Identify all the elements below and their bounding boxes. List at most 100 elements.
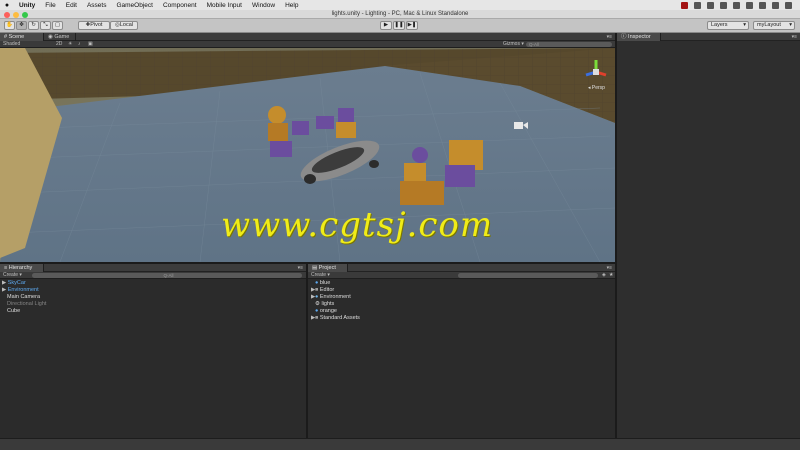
pause-button[interactable]: ❚❚ [393, 21, 405, 30]
tab-inspector-label: Inspector [628, 34, 651, 40]
folder-icon: ■ [315, 287, 319, 293]
hierarchy-search-input[interactable]: Q-All [32, 273, 302, 278]
hierarchy-item-skycar[interactable]: SkyCar [8, 280, 26, 286]
list-item[interactable]: ▶ SkyCar [2, 280, 46, 287]
info-status-icon[interactable] [720, 1, 727, 9]
menu-gameobject[interactable]: GameObject [111, 2, 158, 9]
move-icon: ✥ [19, 22, 24, 28]
tab-scene[interactable]: # Scene [0, 33, 44, 41]
hierarchy-item-directional-light[interactable]: Directional Light [7, 301, 46, 307]
tab-game[interactable]: ◉ Game [44, 33, 76, 41]
list-item[interactable]: ● orange [311, 308, 360, 315]
effects-toggle-icon[interactable]: ▣ [88, 41, 93, 48]
filter-icon[interactable]: ◈ [602, 272, 606, 279]
list-item[interactable]: ▶■ Editor [311, 287, 360, 294]
pause-icon: ❚❚ [394, 22, 404, 28]
project-create-button[interactable]: Create ▾ [311, 272, 330, 279]
panel-divider-vertical-bottom[interactable] [306, 264, 308, 438]
expand-arrow-icon[interactable]: ▶ [2, 280, 6, 286]
project-item-environment[interactable]: Environment [320, 294, 351, 300]
battery-status-icon[interactable] [759, 1, 766, 9]
persp-label[interactable]: ◂ Persp [588, 85, 605, 91]
project-item-standard-assets[interactable]: Standard Assets [320, 315, 360, 321]
shading-mode-dropdown[interactable]: Shaded [3, 41, 20, 48]
project-item-lights[interactable]: lights [321, 301, 334, 307]
dropbox-status-icon[interactable] [733, 1, 740, 9]
pivot-toggle-button[interactable]: ✚Pivot [78, 21, 110, 30]
pivot-label: Pivot [90, 22, 103, 28]
menu-help[interactable]: Help [280, 2, 303, 9]
step-button[interactable]: ▶❚ [406, 21, 418, 30]
menu-app-name[interactable]: Unity [14, 2, 40, 9]
move-tool-button[interactable]: ✥ [16, 21, 27, 30]
list-icon: ≡ [4, 265, 8, 271]
tab-inspector[interactable]: ⓘ Inspector [617, 33, 661, 41]
rotate-tool-button[interactable]: ↻ [28, 21, 39, 30]
list-item[interactable]: Cube [2, 308, 46, 315]
layout-chevron-down-icon: ▾ [789, 22, 792, 28]
project-menu-icon[interactable]: ▾≡ [607, 264, 612, 272]
menu-list-icon[interactable] [785, 1, 792, 9]
menu-component[interactable]: Component [158, 2, 202, 9]
rect-icon: ▢ [54, 22, 61, 28]
local-label: Local [119, 22, 133, 28]
window-titlebar: lights.unity - Lighting - PC, Mac & Linu… [0, 10, 800, 19]
hierarchy-item-cube[interactable]: Cube [7, 308, 20, 314]
hand-tool-button[interactable]: ✋ [4, 21, 15, 30]
play-button[interactable]: ▶ [380, 21, 392, 30]
zoom-window-icon[interactable] [22, 12, 28, 18]
project-item-orange[interactable]: orange [320, 308, 337, 314]
gizmos-dropdown[interactable]: Gizmos ▾ [503, 41, 524, 48]
material-icon: ● [315, 308, 319, 314]
rect-tool-button[interactable]: ▢ [52, 21, 63, 30]
status-bar [0, 438, 800, 450]
list-item[interactable]: ⚙ lights [311, 301, 360, 308]
menu-file[interactable]: File [40, 2, 60, 9]
menu-assets[interactable]: Assets [82, 2, 112, 9]
project-item-editor[interactable]: Editor [320, 287, 334, 293]
lighting-toggle-icon[interactable]: ☀ [68, 41, 72, 48]
project-search-input[interactable] [458, 273, 598, 278]
inspector-menu-icon[interactable]: ▾≡ [792, 33, 797, 41]
hierarchy-create-button[interactable]: Create ▾ [3, 272, 22, 279]
status-icons [681, 1, 800, 9]
close-window-icon[interactable] [4, 12, 10, 18]
list-item[interactable]: ● blue [311, 280, 360, 287]
window-title: lights.unity - Lighting - PC, Mac & Linu… [331, 11, 469, 17]
folder-icon: ■ [315, 315, 319, 321]
list-item[interactable]: ▶■ Standard Assets [311, 315, 360, 322]
minimize-window-icon[interactable] [13, 12, 19, 18]
toggle-2d-button[interactable]: 2D [56, 41, 62, 48]
expand-arrow-icon[interactable]: ▶ [2, 287, 6, 293]
list-item[interactable]: Directional Light [2, 301, 46, 308]
list-item[interactable]: ▶ Environment [2, 287, 46, 294]
project-item-blue[interactable]: blue [320, 280, 330, 286]
menu-edit[interactable]: Edit [61, 2, 82, 9]
scale-tool-button[interactable]: ⤡ [40, 21, 51, 30]
hierarchy-item-environment[interactable]: Environment [8, 287, 39, 293]
scene-control-bar: Shaded 2D ☀ ♪ ▣ Gizmos ▾ Q-All [0, 41, 615, 48]
wifi-status-icon[interactable] [746, 1, 753, 9]
panel-menu-icon[interactable]: ▾≡ [607, 33, 612, 41]
hierarchy-menu-icon[interactable]: ▾≡ [298, 264, 303, 272]
search-status-icon[interactable] [772, 1, 779, 9]
list-item[interactable]: Main Camera [2, 294, 46, 301]
layers-dropdown[interactable]: Layers ▾ [707, 21, 749, 30]
star-icon[interactable]: ★ [609, 272, 613, 279]
list-item[interactable]: ▶● Environment [311, 294, 360, 301]
hierarchy-toolbar: Create ▾ Q-All [0, 272, 306, 279]
audio-toggle-icon[interactable]: ♪ [78, 41, 81, 48]
tab-project[interactable]: ▤ Project [308, 264, 348, 272]
menu-mobile-input[interactable]: Mobile Input [202, 2, 247, 9]
watermark-text: www.cgtsj.com [221, 205, 494, 245]
tab-hierarchy[interactable]: ≡ Hierarchy [0, 264, 44, 272]
local-toggle-button[interactable]: ◎Local [110, 21, 138, 30]
record-status-icon[interactable] [681, 1, 688, 9]
menu-window[interactable]: Window [247, 2, 280, 9]
apple-menu-icon[interactable]: ● [0, 2, 14, 9]
sync-status-icon[interactable] [707, 1, 714, 9]
layout-dropdown[interactable]: myLayout ▾ [753, 21, 795, 30]
scene-search-input[interactable]: Q-All [526, 42, 612, 47]
hierarchy-item-main-camera[interactable]: Main Camera [7, 294, 40, 300]
cloud-status-icon[interactable] [694, 1, 701, 9]
